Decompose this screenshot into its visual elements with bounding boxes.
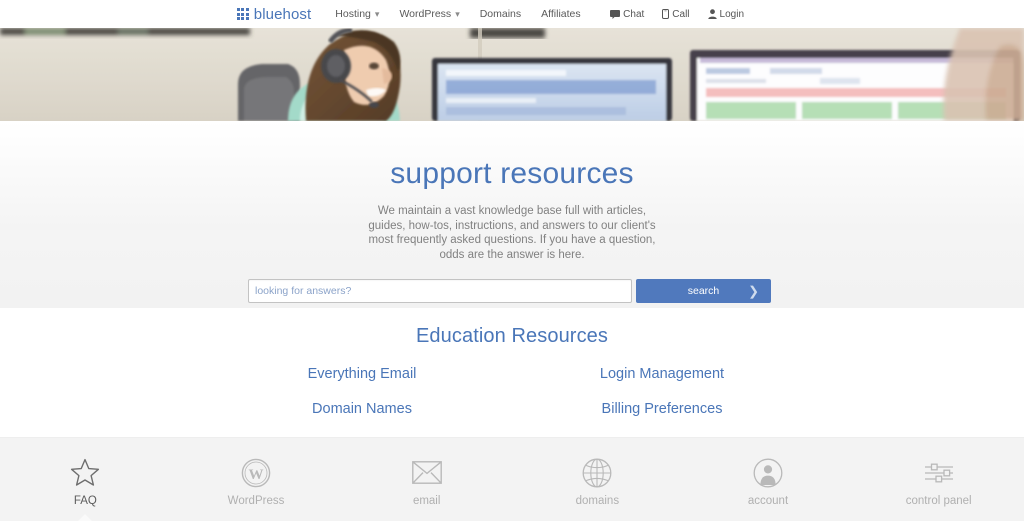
nav-item-domains[interactable]: Domains bbox=[480, 8, 521, 20]
phone-icon bbox=[662, 9, 670, 19]
search-bar: search ❯ bbox=[248, 279, 771, 303]
category-icon-bar: FAQ W WordPress email domains account co… bbox=[0, 437, 1024, 523]
star-icon bbox=[70, 457, 100, 489]
education-resources-title: Education Resources bbox=[415, 325, 608, 347]
chevron-right-icon: ❯ bbox=[748, 283, 759, 299]
edu-link-billing-preferences[interactable]: Billing Preferences bbox=[512, 401, 812, 418]
hero-section: support resources We maintain a vast kno… bbox=[0, 121, 1024, 308]
edu-link-everything-email[interactable]: Everything Email bbox=[212, 366, 512, 383]
grid-dots-icon bbox=[237, 8, 249, 20]
icon-item-faq-label: FAQ bbox=[73, 494, 97, 507]
user-icon bbox=[707, 9, 717, 19]
nav-item-affiliates-label: Affiliates bbox=[541, 8, 581, 20]
icon-item-account[interactable]: account bbox=[683, 438, 854, 522]
call-link[interactable]: Call bbox=[662, 8, 690, 20]
chat-label: Chat bbox=[623, 8, 645, 20]
bluehost-logo[interactable]: bluehost bbox=[237, 6, 311, 23]
search-input[interactable] bbox=[248, 279, 632, 303]
icon-item-domains-label: domains bbox=[575, 494, 620, 507]
nav-item-hosting[interactable]: Hosting ▾ bbox=[335, 8, 379, 20]
nav-item-affiliates[interactable]: Affiliates bbox=[541, 8, 581, 20]
page-root: bluehost Hosting ▾ WordPress ▾ Domains A… bbox=[0, 0, 1024, 530]
nav-item-wordpress-label: WordPress bbox=[399, 8, 452, 20]
search-button-label: search bbox=[687, 284, 720, 297]
envelope-icon bbox=[411, 457, 442, 489]
globe-icon bbox=[582, 457, 612, 489]
education-resources-links: Everything Email Login Management Domain… bbox=[212, 366, 812, 419]
nav-item-hosting-label: Hosting bbox=[335, 8, 371, 20]
chevron-down-icon: ▾ bbox=[374, 8, 380, 19]
wordpress-icon: W bbox=[241, 457, 271, 489]
icon-item-domains[interactable]: domains bbox=[512, 438, 683, 522]
icon-item-email-label: email bbox=[412, 494, 441, 507]
page-bottom-strip bbox=[0, 521, 1024, 530]
edu-link-domain-names[interactable]: Domain Names bbox=[212, 401, 512, 418]
user-circle-icon bbox=[753, 457, 783, 489]
chat-link[interactable]: Chat bbox=[610, 9, 644, 20]
icon-item-control-panel[interactable]: control panel bbox=[853, 438, 1024, 522]
hero-description: We maintain a vast knowledge base full w… bbox=[368, 205, 656, 261]
login-link[interactable]: Login bbox=[707, 8, 744, 20]
hero-banner-image bbox=[0, 28, 1024, 121]
icon-item-account-label: account bbox=[747, 494, 789, 507]
education-resources-section: Education Resources Everything Email Log… bbox=[0, 308, 1024, 437]
chat-bubble-icon bbox=[610, 9, 621, 19]
login-label: Login bbox=[719, 8, 744, 20]
chevron-down-icon: ▾ bbox=[455, 8, 460, 19]
sliders-icon bbox=[924, 457, 954, 489]
icon-item-email[interactable]: email bbox=[341, 438, 512, 522]
icon-item-control-panel-label: control panel bbox=[905, 494, 972, 507]
icon-item-wordpress-label: WordPress bbox=[227, 494, 285, 507]
logo-text: bluehost bbox=[253, 5, 312, 23]
icon-item-faq[interactable]: FAQ bbox=[0, 438, 171, 523]
svg-text:W: W bbox=[249, 467, 264, 483]
utility-nav-group: Chat Call Login bbox=[592, 0, 744, 28]
top-navigation-bar: bluehost Hosting ▾ WordPress ▾ Domains A… bbox=[0, 0, 1024, 28]
call-label: Call bbox=[672, 8, 690, 20]
search-button[interactable]: search ❯ bbox=[636, 279, 771, 303]
nav-item-wordpress[interactable]: WordPress ▾ bbox=[399, 8, 459, 20]
primary-nav-group: bluehost Hosting ▾ WordPress ▾ Domains A… bbox=[237, 0, 601, 28]
nav-item-domains-label: Domains bbox=[479, 8, 522, 20]
edu-link-login-management[interactable]: Login Management bbox=[512, 366, 812, 383]
icon-item-wordpress[interactable]: W WordPress bbox=[171, 438, 342, 522]
page-title: support resources bbox=[390, 157, 634, 190]
